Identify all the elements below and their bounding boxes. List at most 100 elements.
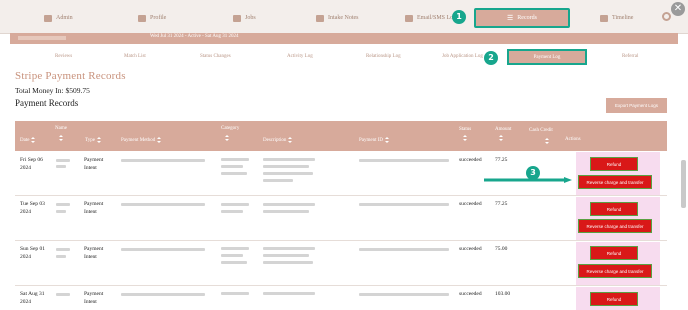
refund-button[interactable]: Refund	[590, 157, 638, 171]
tab-status-changes[interactable]: Status Changes	[200, 54, 231, 59]
row-date: Fri Sep 06 2024	[20, 157, 43, 171]
nav-records[interactable]: ☰ Records	[474, 8, 570, 28]
nav-profile[interactable]: Profile	[138, 11, 166, 25]
row-date: Sat Aug 31 2024	[20, 291, 45, 305]
redacted-description	[263, 247, 315, 250]
tab-referral[interactable]: Referral	[622, 54, 638, 59]
table-header: Date Name Type Payment Method Category D…	[15, 121, 667, 151]
redacted-name	[56, 159, 70, 162]
table-row	[15, 286, 667, 310]
sort-icon	[59, 135, 63, 141]
row-amount: 103.00	[495, 291, 511, 297]
table-row	[15, 196, 667, 241]
row-status: succeeded	[459, 157, 482, 163]
tab-match-list[interactable]: Match List	[124, 54, 146, 59]
nav-jobs[interactable]: Jobs	[233, 11, 256, 25]
redacted-name	[56, 203, 70, 206]
export-payment-logs-button[interactable]: Export Payment Logs	[606, 98, 667, 113]
row-date: Sun Sep 01 2024	[20, 246, 46, 260]
header-category[interactable]: Category	[221, 126, 239, 131]
row-type: Payment Intent	[84, 157, 104, 171]
step-badge-3: 3	[526, 166, 540, 180]
header-name[interactable]: Name	[55, 126, 67, 131]
redacted-description	[263, 158, 315, 161]
redacted-name	[56, 255, 66, 258]
redacted-category	[221, 165, 243, 168]
person-icon	[44, 14, 52, 22]
sort-icon	[499, 135, 503, 141]
page-title: Stripe Payment Records	[15, 70, 126, 82]
reverse-charge-and-transfer-button[interactable]: Reverse charge and transfer	[578, 175, 652, 189]
tab-activity-log[interactable]: Activity Log	[287, 54, 313, 59]
email-icon	[405, 14, 413, 22]
sort-icon	[463, 135, 467, 141]
row-status: succeeded	[459, 246, 482, 252]
header-amount[interactable]: Amount	[495, 127, 511, 132]
header-payment-method[interactable]: Payment Method	[121, 137, 162, 143]
client-info-bar: Wed Jul 31 2024 - Active - Sat Aug 31 20…	[10, 33, 678, 44]
redacted-category	[221, 292, 249, 295]
redacted-payment-method	[121, 203, 205, 206]
profile-icon	[138, 14, 146, 22]
redacted-name	[18, 36, 66, 40]
refund-button[interactable]: Refund	[590, 246, 638, 260]
redacted-name	[56, 210, 66, 213]
sort-icon	[96, 137, 101, 143]
redacted-name	[56, 293, 70, 296]
header-actions: Actions	[565, 137, 581, 142]
row-type: Payment Intent	[84, 291, 104, 305]
redacted-payment-id	[359, 293, 449, 296]
gear-icon[interactable]	[662, 12, 671, 21]
refund-button[interactable]: Refund	[590, 202, 638, 216]
redacted-description	[263, 165, 309, 168]
row-amount: 75.00	[495, 246, 508, 252]
refund-button[interactable]: Refund	[590, 292, 638, 306]
header-type[interactable]: Type	[85, 137, 101, 143]
row-type: Payment Intent	[84, 246, 104, 260]
redacted-category	[221, 172, 247, 175]
tab-reviews[interactable]: Reviews	[55, 54, 72, 59]
redacted-payment-id	[359, 203, 449, 206]
section-title: Payment Records	[15, 98, 79, 108]
sort-icon	[288, 137, 293, 143]
list-icon: ☰	[507, 14, 514, 22]
top-nav: Admin Profile Jobs Intake Notes Email/SM…	[0, 0, 688, 34]
redacted-description	[263, 261, 313, 264]
close-icon[interactable]: ✕	[671, 2, 685, 16]
reverse-charge-and-transfer-button[interactable]: Reverse charge and transfer	[578, 264, 652, 278]
header-status[interactable]: Status	[459, 127, 471, 132]
redacted-category	[221, 210, 243, 213]
reverse-charge-and-transfer-button[interactable]: Reverse charge and transfer	[578, 219, 652, 233]
sort-icon	[545, 138, 549, 144]
redacted-name	[56, 248, 70, 251]
redacted-description	[263, 292, 315, 295]
redacted-description	[263, 172, 313, 175]
redacted-category	[221, 261, 247, 264]
row-type: Payment Intent	[84, 201, 104, 215]
row-amount: 77.25	[495, 201, 508, 207]
redacted-payment-id	[359, 248, 449, 251]
tab-payment-log[interactable]: Payment Log	[507, 49, 587, 65]
redacted-category	[221, 158, 249, 161]
nav-intake-notes[interactable]: Intake Notes	[316, 11, 359, 25]
redacted-payment-method	[121, 159, 205, 162]
scrollbar[interactable]	[681, 160, 686, 208]
redacted-category	[221, 254, 243, 257]
briefcase-icon	[233, 14, 241, 22]
header-cash-credit[interactable]: Cash Credit	[529, 126, 553, 136]
notes-icon	[316, 14, 324, 22]
total-money-in: Total Money In: $509.75	[15, 86, 90, 95]
tab-relationship-log[interactable]: Relationship Log	[366, 54, 401, 59]
nav-timeline[interactable]: Timeline	[600, 11, 633, 25]
redacted-name	[56, 165, 66, 168]
calendar-icon	[600, 14, 608, 22]
header-payment-id[interactable]: Payment ID	[359, 137, 390, 143]
nav-admin[interactable]: Admin	[44, 11, 73, 25]
header-description[interactable]: Description	[263, 137, 293, 143]
row-status: succeeded	[459, 291, 482, 297]
tab-job-application-log[interactable]: Job Application Log	[442, 54, 483, 59]
redacted-description	[263, 210, 309, 213]
header-date[interactable]: Date	[20, 137, 36, 143]
nav-email-sms-log[interactable]: Email/SMS Log	[405, 11, 456, 25]
table-row	[15, 151, 667, 196]
